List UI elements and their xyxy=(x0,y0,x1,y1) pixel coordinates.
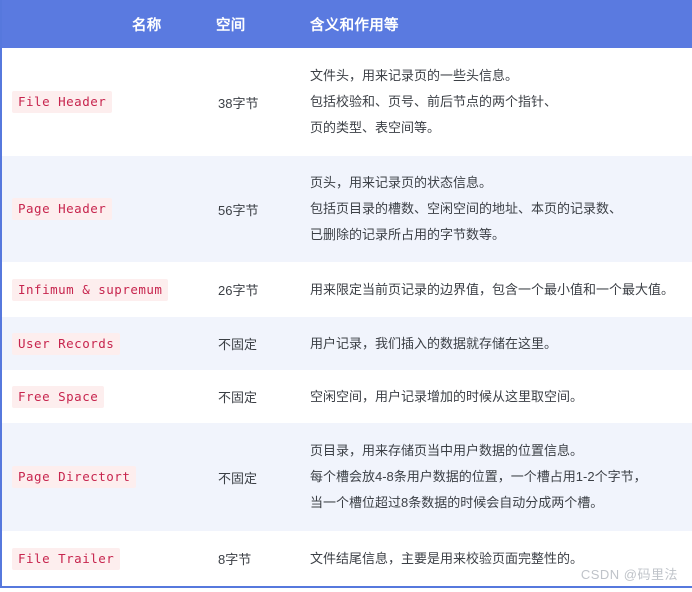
table-row: File Header 38字节 文件头，用来记录页的一些头信息。 包括校验和、… xyxy=(1,48,692,156)
cell-space: 不固定 xyxy=(218,470,258,486)
table-row: Free Space 不固定 空闲空间，用户记录增加的时候从这里取空间。 xyxy=(1,370,692,423)
column-header-description: 含义和作用等 xyxy=(310,17,399,34)
description-line: 用来限定当前页记录的边界值，包含一个最小值和一个最大值。 xyxy=(310,281,675,297)
description-line: 包括校验和、页号、前后节点的两个指针、 xyxy=(310,94,558,109)
table-body: File Header 38字节 文件头，用来记录页的一些头信息。 包括校验和、… xyxy=(1,48,692,587)
cell-description: 文件结尾信息，主要是用来校验页面完整性的。 xyxy=(306,531,692,587)
cell-space: 8字节 xyxy=(218,552,252,567)
code-chip-file-trailer: File Trailer xyxy=(12,547,121,570)
cell-space: 不固定 xyxy=(218,390,258,405)
cell-description: 文件头，用来记录页的一些头信息。 包括校验和、页号、前后节点的两个指针、 页的类… xyxy=(306,48,692,156)
cell-space: 不固定 xyxy=(218,337,258,352)
cell-description: 用来限定当前页记录的边界值，包含一个最小值和一个最大值。 xyxy=(306,262,692,317)
description-line: 当一个槽位超过8条数据的时候会自动分成两个槽。 xyxy=(310,495,604,510)
description-line: 页头，用来记录页的状态信息。 xyxy=(310,175,493,190)
cell-name: Page Header xyxy=(1,156,216,262)
cell-description: 页目录，用来存储页当中用户数据的位置信息。 每个槽会放4-8条用户数据的位置，一… xyxy=(306,423,692,531)
cell-description: 用户记录，我们插入的数据就存储在这里。 xyxy=(306,317,692,370)
description-line: 空闲空间，用户记录增加的时候从这里取空间。 xyxy=(310,388,584,404)
cell-name: Free Space xyxy=(1,370,216,423)
code-chip-infimum-supremum: Infimum & supremum xyxy=(12,278,169,301)
description-line: 文件头，用来记录页的一些头信息。 xyxy=(310,68,519,83)
page-structure-table: 名称 空间 含义和作用等 File Header 38字节 文件头，用来记录页的… xyxy=(0,0,692,588)
column-header-space: 空间 xyxy=(216,17,246,34)
description-line: 每个槽会放4-8条用户数据的位置，一个槽占用1-2个字节， xyxy=(310,469,647,484)
description-line: 已删除的记录所占用的字节数等。 xyxy=(310,227,506,242)
cell-space: 56字节 xyxy=(218,202,259,218)
table-header-row: 名称 空间 含义和作用等 xyxy=(1,0,692,48)
code-chip-user-records: User Records xyxy=(12,332,121,355)
description-line: 用户记录，我们插入的数据就存储在这里。 xyxy=(310,335,558,351)
table-row: Page Header 56字节 页头，用来记录页的状态信息。 包括页目录的槽数… xyxy=(1,156,692,262)
table-row: User Records 不固定 用户记录，我们插入的数据就存储在这里。 xyxy=(1,317,692,370)
code-chip-page-header: Page Header xyxy=(12,198,113,220)
description-line: 包括页目录的槽数、空闲空间的地址、本页的记录数、 xyxy=(310,201,623,216)
description-line: 页的类型、表空间等。 xyxy=(310,120,441,135)
table-head: 名称 空间 含义和作用等 xyxy=(1,0,692,48)
description-line: 页目录，用来存储页当中用户数据的位置信息。 xyxy=(310,443,584,458)
cell-space: 38字节 xyxy=(218,95,259,111)
table-row: Infimum & supremum 26字节 用来限定当前页记录的边界值，包含… xyxy=(1,262,692,317)
cell-space: 26字节 xyxy=(218,283,259,298)
cell-description: 页头，用来记录页的状态信息。 包括页目录的槽数、空闲空间的地址、本页的记录数、 … xyxy=(306,156,692,262)
description-line: 文件结尾信息，主要是用来校验页面完整性的。 xyxy=(310,550,584,566)
table-row: Page Directort 不固定 页目录，用来存储页当中用户数据的位置信息。… xyxy=(1,423,692,531)
cell-name: File Header xyxy=(1,48,216,156)
cell-name: User Records xyxy=(1,317,216,370)
cell-description: 空闲空间，用户记录增加的时候从这里取空间。 xyxy=(306,370,692,423)
code-chip-page-directort: Page Directort xyxy=(12,466,137,488)
cell-name: Infimum & supremum xyxy=(1,262,216,317)
column-header-name: 名称 xyxy=(132,17,162,34)
code-chip-file-header: File Header xyxy=(12,91,113,113)
cell-name: Page Directort xyxy=(1,423,216,531)
cell-name: File Trailer xyxy=(1,531,216,587)
table-row: File Trailer 8字节 文件结尾信息，主要是用来校验页面完整性的。 xyxy=(1,531,692,587)
page-structure-table-container: 名称 空间 含义和作用等 File Header 38字节 文件头，用来记录页的… xyxy=(0,0,692,592)
code-chip-free-space: Free Space xyxy=(12,385,105,408)
